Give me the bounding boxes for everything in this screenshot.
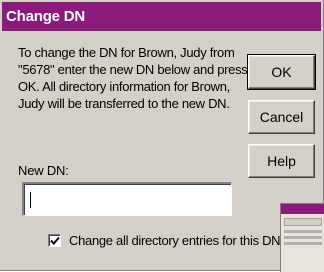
thumbnail-line bbox=[284, 230, 322, 233]
change-all-entries-checkbox[interactable] bbox=[48, 234, 61, 247]
change-dn-dialog: Change DN To change the DN for Brown, Ju… bbox=[0, 0, 324, 272]
change-all-entries-option[interactable]: Change all directory entries for this DN bbox=[48, 233, 281, 248]
instruction-message: To change the DN for Brown, Judy from "5… bbox=[18, 45, 248, 111]
title-bar[interactable]: Change DN bbox=[2, 2, 321, 31]
thumbnail-line bbox=[284, 236, 322, 239]
new-dn-input[interactable] bbox=[22, 182, 232, 216]
new-dn-label: New DN: bbox=[18, 163, 69, 178]
cancel-button[interactable]: Cancel bbox=[248, 100, 315, 134]
ok-button[interactable]: OK bbox=[247, 54, 316, 90]
change-all-entries-label: Change all directory entries for this DN bbox=[69, 233, 281, 248]
thumbnail-line bbox=[284, 242, 322, 245]
thumbnail-title-bar bbox=[281, 204, 324, 214]
text-caret bbox=[30, 192, 31, 208]
thumbnail-panel bbox=[284, 218, 322, 226]
background-window-thumbnail bbox=[280, 203, 324, 272]
help-button[interactable]: Help bbox=[248, 144, 315, 178]
dialog-title: Change DN bbox=[6, 8, 86, 25]
checkmark-icon bbox=[50, 236, 60, 245]
